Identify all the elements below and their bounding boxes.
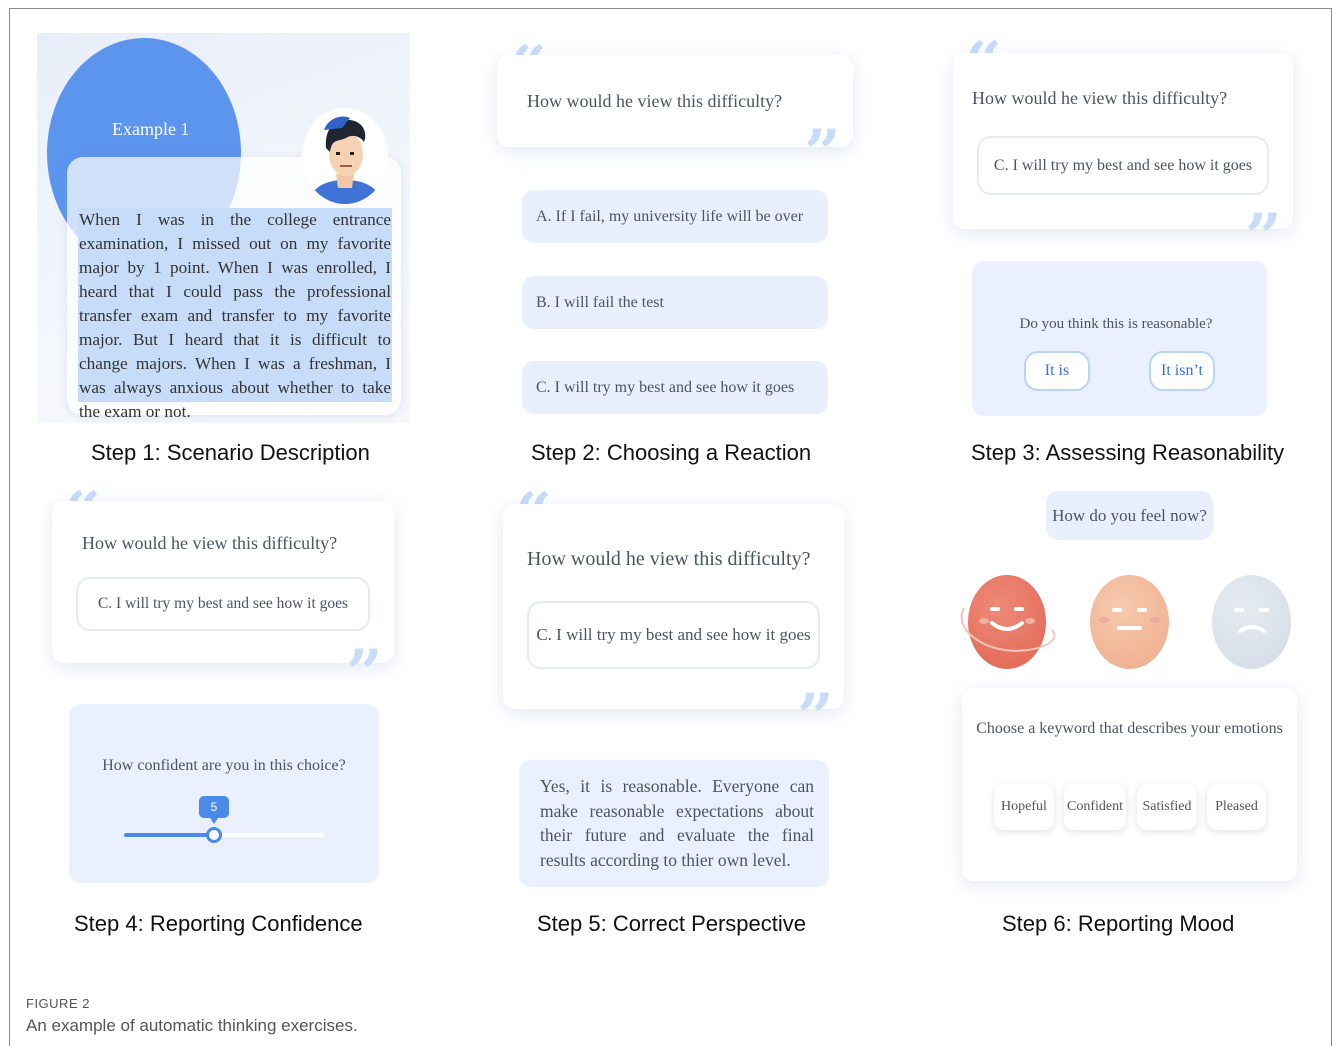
option-b-button[interactable]: B. I will fail the test xyxy=(522,276,828,329)
confidence-prompt: How confident are you in this choice? xyxy=(102,757,346,774)
question-text: How would he view this difficulty? xyxy=(527,91,783,111)
keyword-confident-button[interactable]: Confident xyxy=(1064,784,1126,830)
scenario-text: When I was in the college entrance exami… xyxy=(78,208,392,421)
selected-answer: C. I will try my best and see how it goe… xyxy=(527,601,820,669)
option-a-button[interactable]: A. If I fail, my university life will be… xyxy=(522,190,828,243)
avatar xyxy=(302,108,388,204)
keyword-prompt: Choose a keyword that describes your emo… xyxy=(976,720,1283,737)
selected-answer: C. I will try my best and see how it goe… xyxy=(76,577,370,631)
confidence-slider-thumb[interactable] xyxy=(206,827,222,843)
reasonable-panel xyxy=(972,261,1267,416)
feeling-question: How do you feel now? xyxy=(1046,491,1213,540)
option-c-button[interactable]: C. I will try my best and see how it goe… xyxy=(522,361,828,414)
step6-label: Step 6: Reporting Mood xyxy=(1002,911,1235,936)
selected-answer: C. I will try my best and see how it goe… xyxy=(977,136,1269,195)
sad-face-button[interactable] xyxy=(1212,575,1291,669)
confidence-slider-fill xyxy=(124,833,214,837)
it-is-button[interactable]: It is xyxy=(1024,351,1090,391)
figure-caption: An example of automatic thinking exercis… xyxy=(26,1016,358,1035)
question-text: How would he view this difficulty? xyxy=(972,88,1228,108)
step3-label: Step 3: Assessing Reasonability xyxy=(971,440,1285,465)
keyword-pleased-button[interactable]: Pleased xyxy=(1207,784,1266,830)
selection-ring-icon xyxy=(960,607,1056,652)
question-text: How would he view this difficulty? xyxy=(527,548,811,570)
keyword-satisfied-button[interactable]: Satisfied xyxy=(1137,784,1197,830)
confidence-panel xyxy=(69,704,379,883)
question-text: How would he view this difficulty? xyxy=(82,533,338,553)
slider-value-tooltip: 5 xyxy=(199,796,229,824)
step2-label: Step 2: Choosing a Reaction xyxy=(531,440,812,465)
step4-label: Step 4: Reporting Confidence xyxy=(74,911,363,936)
example-title: Example 1 xyxy=(112,119,190,139)
close-quote-icon: ” xyxy=(346,636,383,711)
feedback-text: Yes, it is reasonable. Everyone can make… xyxy=(540,776,814,870)
step5-label: Step 5: Correct Perspective xyxy=(537,911,807,936)
it-isnt-button[interactable]: It isn’t xyxy=(1149,351,1215,391)
neutral-face-icon xyxy=(1099,608,1160,630)
close-quote-icon: ” xyxy=(797,680,834,755)
keyword-hopeful-button[interactable]: Hopeful xyxy=(994,784,1054,830)
reasonable-prompt: Do you think this is reasonable? xyxy=(1019,316,1213,332)
step1-label: Step 1: Scenario Description xyxy=(91,440,370,465)
sad-face-icon xyxy=(1234,608,1269,633)
close-quote-icon: ” xyxy=(804,116,841,191)
question-card: How would he view this difficulty? xyxy=(497,55,853,147)
figure-number: FIGURE 2 xyxy=(26,996,90,1011)
neutral-face-button[interactable] xyxy=(1090,575,1169,669)
character-avatar-icon xyxy=(307,116,383,204)
